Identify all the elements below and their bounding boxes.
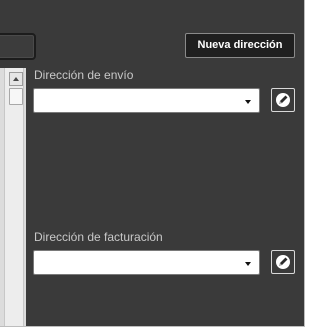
scroll-up-button[interactable] [9, 72, 23, 86]
search-input[interactable] [0, 33, 36, 60]
address-panel: Nueva dirección Dirección de envío Direc… [0, 0, 305, 327]
billing-address-select[interactable] [33, 250, 260, 275]
edit-shipping-address-button[interactable] [271, 88, 295, 112]
chevron-up-icon [13, 77, 19, 81]
shipping-address-select[interactable] [33, 88, 260, 113]
billing-address-label: Dirección de facturación [34, 230, 163, 244]
chevron-down-icon [245, 262, 251, 266]
chevron-down-icon [245, 100, 251, 104]
scrollbar-gutter[interactable] [4, 68, 24, 326]
edit-billing-address-button[interactable] [271, 250, 295, 274]
shipping-address-label: Dirección de envío [34, 68, 134, 82]
top-strip [0, 0, 304, 20]
pencil-icon [276, 255, 290, 269]
new-address-button[interactable]: Nueva dirección [185, 33, 295, 58]
scrollbar-thumb[interactable] [9, 88, 23, 105]
pencil-icon [276, 93, 290, 107]
